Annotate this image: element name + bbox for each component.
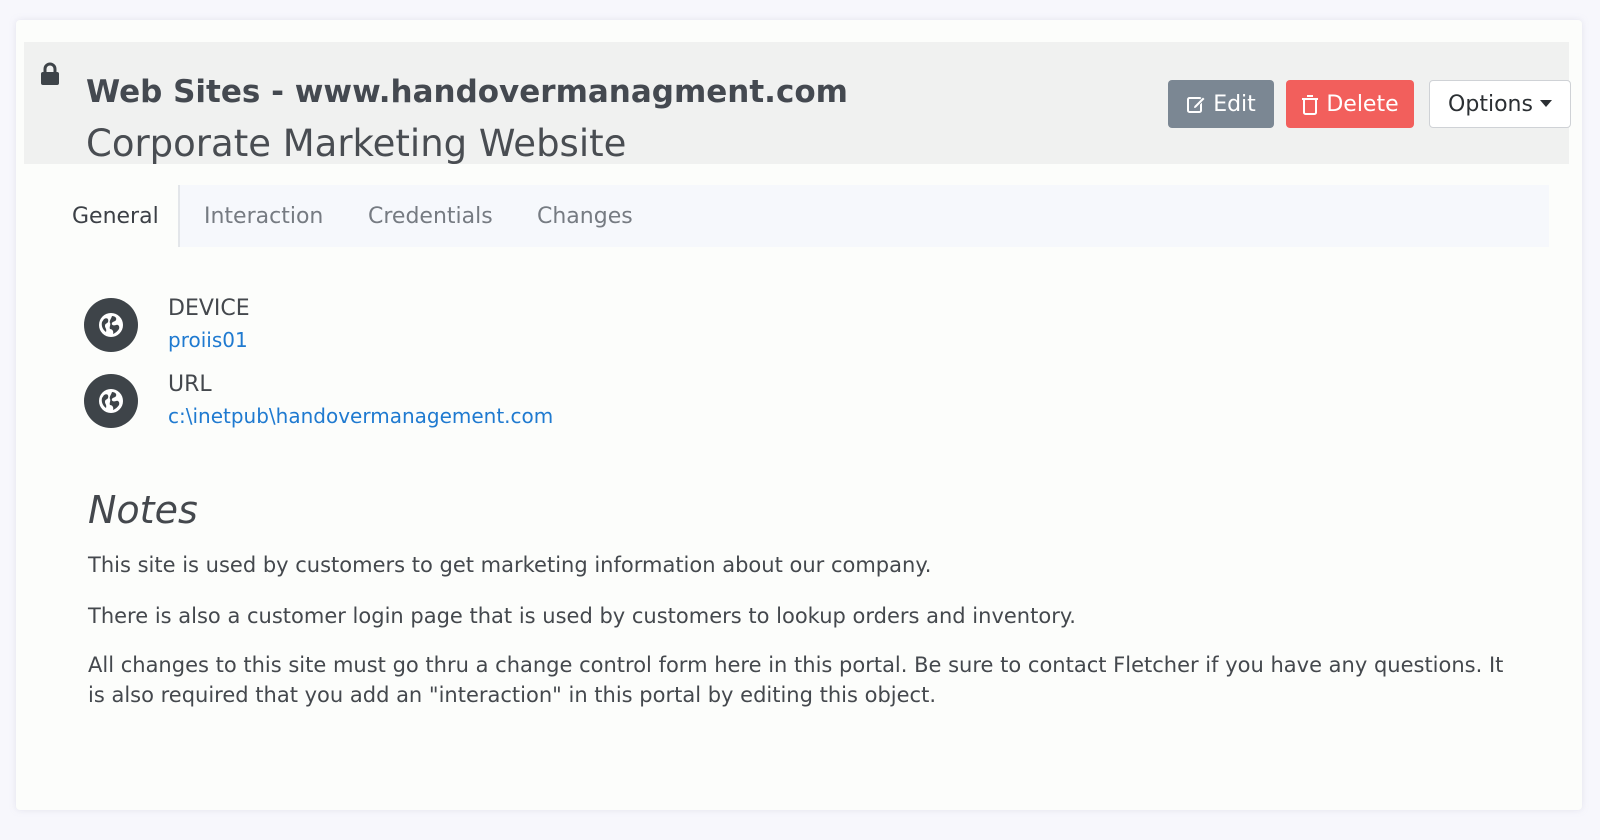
tab-credentials[interactable]: Credentials	[368, 185, 493, 247]
note-paragraph: This site is used by customers to get ma…	[88, 553, 932, 577]
lock-icon	[40, 62, 60, 86]
globe-icon	[84, 374, 138, 428]
note-paragraph: All changes to this site must go thru a …	[88, 653, 1504, 707]
page-header: Web Sites - www.handovermanagment.com Co…	[24, 42, 1571, 165]
tab-changes[interactable]: Changes	[537, 185, 633, 247]
edit-button[interactable]: Edit	[1168, 80, 1274, 128]
delete-label: Delete	[1326, 91, 1399, 117]
trash-icon	[1301, 94, 1319, 115]
detail-card: Web Sites - www.handovermanagment.com Co…	[16, 20, 1582, 810]
tab-label: Changes	[537, 203, 633, 229]
edit-label: Edit	[1213, 91, 1256, 117]
page-title: Web Sites - www.handovermanagment.com	[86, 74, 848, 110]
tab-interaction[interactable]: Interaction	[204, 185, 323, 247]
edit-icon	[1186, 94, 1206, 114]
tab-bar: General Interaction Credentials Changes	[46, 185, 1549, 247]
notes-heading: Notes	[88, 488, 198, 532]
page-subtitle: Corporate Marketing Website	[86, 122, 627, 165]
url-link[interactable]: c:\inetpub\handovermanagement.com	[168, 404, 553, 428]
tab-general[interactable]: General	[46, 185, 180, 247]
tab-label: Interaction	[204, 203, 324, 229]
caret-down-icon	[1539, 100, 1552, 108]
globe-icon	[84, 298, 138, 352]
device-link[interactable]: proiis01	[168, 328, 248, 352]
options-dropdown[interactable]: Options	[1429, 80, 1571, 128]
options-label: Options	[1448, 91, 1533, 117]
device-label: DEVICE	[168, 296, 250, 321]
tab-label: Credentials	[368, 203, 493, 229]
tab-label: General	[72, 203, 159, 229]
note-paragraph: There is also a customer login page that…	[88, 604, 1076, 628]
delete-button[interactable]: Delete	[1286, 80, 1414, 128]
url-label: URL	[168, 372, 212, 397]
